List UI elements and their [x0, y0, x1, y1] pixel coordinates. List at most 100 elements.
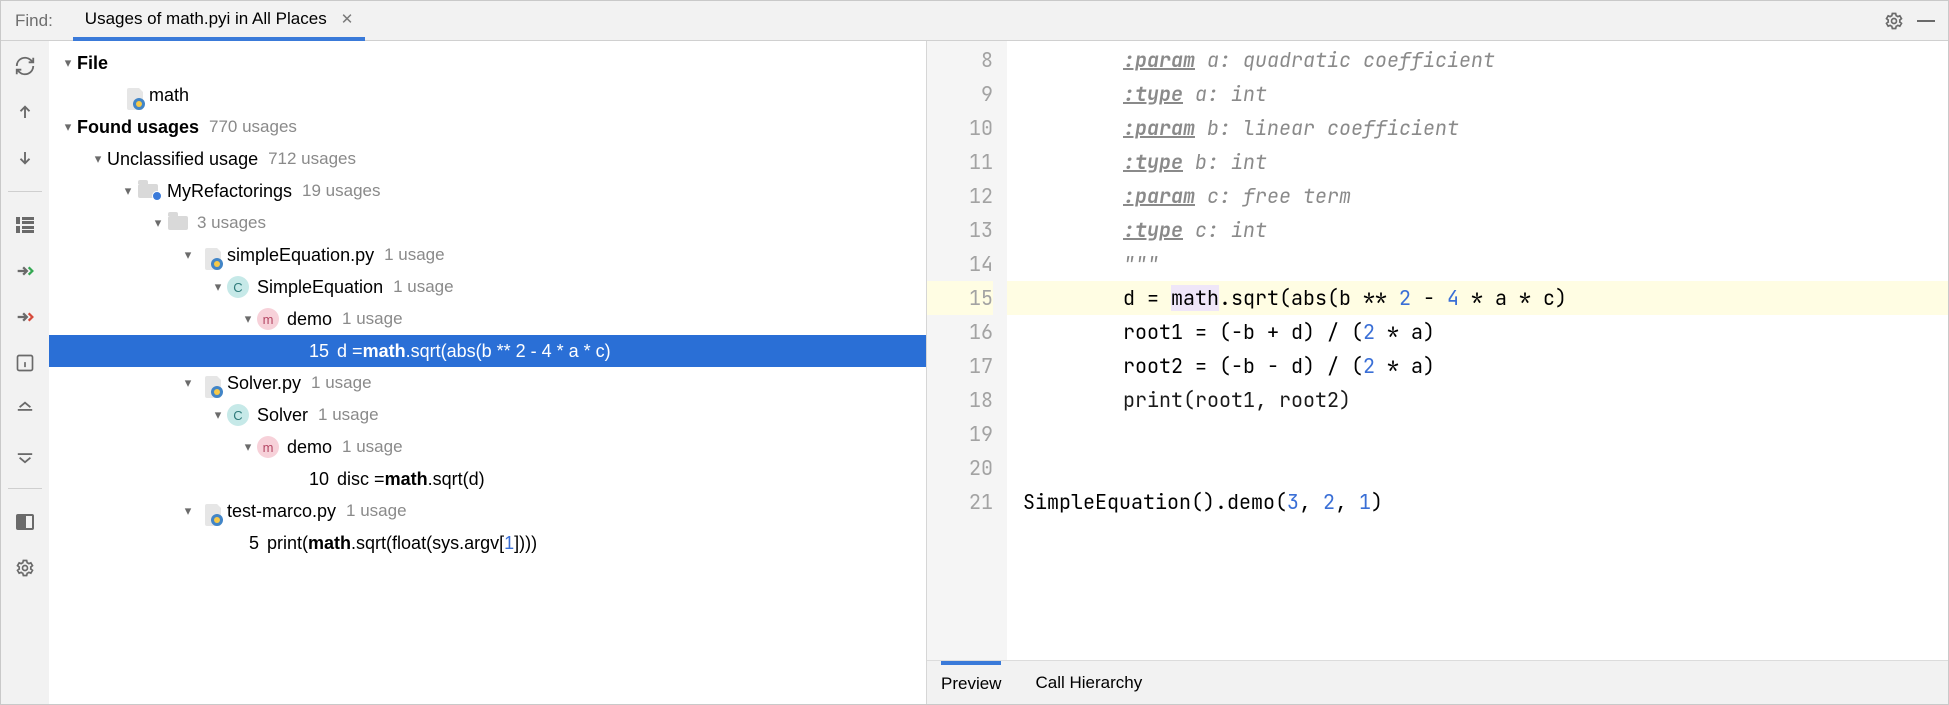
- info-icon[interactable]: [10, 348, 40, 378]
- gutter-line[interactable]: 19: [927, 417, 993, 451]
- gutter-line[interactable]: 9: [927, 77, 993, 111]
- class-icon: C: [227, 404, 249, 426]
- settings-icon[interactable]: [10, 553, 40, 583]
- expand-all-icon[interactable]: [10, 394, 40, 424]
- arrow-up-icon[interactable]: [10, 97, 40, 127]
- code-area[interactable]: :param a: quadratic coefficient :type a:…: [1007, 41, 1948, 660]
- chevron-down-icon[interactable]: ▾: [239, 439, 257, 455]
- code-line[interactable]: :type b: int: [1007, 145, 1948, 179]
- code-line[interactable]: :param b: linear coefficient: [1007, 111, 1948, 145]
- chevron-down-icon[interactable]: ▾: [59, 55, 77, 71]
- method-icon: m: [257, 308, 279, 330]
- gutter-line[interactable]: 8: [927, 43, 993, 77]
- code-line[interactable]: :type a: int: [1007, 77, 1948, 111]
- code-line[interactable]: root2 = (-b - d) / (2 * a): [1007, 349, 1948, 383]
- code-line[interactable]: print(root1, root2): [1007, 383, 1948, 417]
- code-line[interactable]: SimpleEquation().demo(3, 2, 1): [1007, 485, 1948, 519]
- usage-text-post: .sqrt(abs(b ** 2 - 4 * a * c): [406, 341, 611, 362]
- gutter-line[interactable]: 11: [927, 145, 993, 179]
- tab-preview[interactable]: Preview: [941, 661, 1001, 704]
- chevron-down-icon[interactable]: ▾: [179, 375, 197, 391]
- tree-node-unnamed-folder[interactable]: ▾ 3 usages: [49, 207, 926, 239]
- chevron-down-icon[interactable]: ▾: [59, 119, 77, 135]
- import-green-icon[interactable]: [10, 256, 40, 286]
- demo2-count: 1 usage: [342, 437, 403, 457]
- find-tab[interactable]: Usages of math.pyi in All Places ✕: [73, 2, 365, 41]
- tree-node-solver-file[interactable]: ▾ Solver.py 1 usage: [49, 367, 926, 399]
- import-red-icon[interactable]: [10, 302, 40, 332]
- collapse-all-icon[interactable]: [10, 440, 40, 470]
- tree-node-unclassified[interactable]: ▾ Unclassified usage 712 usages: [49, 143, 926, 175]
- code-line[interactable]: :param c: free term: [1007, 179, 1948, 213]
- gear-icon[interactable]: [1880, 7, 1908, 35]
- chevron-down-icon[interactable]: ▾: [179, 247, 197, 263]
- code-line[interactable]: """: [1007, 247, 1948, 281]
- tree-node-project[interactable]: ▾ MyRefactorings 19 usages: [49, 175, 926, 207]
- tree-node-solver-class[interactable]: ▾ C Solver 1 usage: [49, 399, 926, 431]
- code-line[interactable]: :param a: quadratic coefficient: [1007, 43, 1948, 77]
- chevron-down-icon[interactable]: ▾: [179, 503, 197, 519]
- chevron-down-icon[interactable]: ▾: [149, 215, 167, 231]
- tree-node-simple-class[interactable]: ▾ C SimpleEquation 1 usage: [49, 271, 926, 303]
- code-line[interactable]: [1007, 451, 1948, 485]
- usage-text-bold: math: [363, 341, 406, 362]
- preview-tabs: Preview Call Hierarchy: [927, 660, 1948, 704]
- code-line[interactable]: root1 = (-b + d) / (2 * a): [1007, 315, 1948, 349]
- find-toolwindow-header: Find: Usages of math.pyi in All Places ✕: [1, 1, 1948, 41]
- demo1-count: 1 usage: [342, 309, 403, 329]
- tree-node-file-group[interactable]: ▾ File: [49, 47, 926, 79]
- gutter-line[interactable]: 10: [927, 111, 993, 145]
- gutter-line[interactable]: 21: [927, 485, 993, 519]
- tree-node-testmarco-usage[interactable]: 5 print( math .sqrt(float(sys.argv[ 1 ])…: [49, 527, 926, 559]
- minimize-icon[interactable]: [1912, 7, 1940, 35]
- tree-node-demo1[interactable]: ▾ m demo 1 usage: [49, 303, 926, 335]
- solver-text-pre: disc =: [337, 469, 385, 490]
- gutter-line[interactable]: 17: [927, 349, 993, 383]
- found-count: 770 usages: [209, 117, 297, 137]
- chevron-down-icon[interactable]: ▾: [119, 183, 137, 199]
- python-file-icon: [197, 244, 219, 266]
- gutter-line[interactable]: 13: [927, 213, 993, 247]
- gutter[interactable]: 8 9 10 11 12 13 14 15 16 17 18 19 20 21: [927, 41, 1007, 660]
- chevron-down-icon[interactable]: ▾: [239, 311, 257, 327]
- gutter-line[interactable]: 18: [927, 383, 993, 417]
- find-left-toolbar: [1, 41, 49, 704]
- gutter-line[interactable]: 15: [927, 281, 993, 315]
- arrow-down-icon[interactable]: [10, 143, 40, 173]
- project-count: 19 usages: [302, 181, 380, 201]
- gutter-line[interactable]: 20: [927, 451, 993, 485]
- tree-node-testmarco-file[interactable]: ▾ test-marco.py 1 usage: [49, 495, 926, 527]
- unclassified-label: Unclassified usage: [107, 149, 258, 170]
- refresh-icon[interactable]: [10, 51, 40, 81]
- group-icon[interactable]: [10, 210, 40, 240]
- close-icon[interactable]: ✕: [341, 10, 354, 28]
- testmarco-line-num: 5: [249, 533, 259, 554]
- preview-toggle-icon[interactable]: [10, 507, 40, 537]
- tree-node-file[interactable]: math: [49, 79, 926, 111]
- gutter-line[interactable]: 16: [927, 315, 993, 349]
- tree-node-simple-file[interactable]: ▾ simpleEquation.py 1 usage: [49, 239, 926, 271]
- tab-call-hierarchy[interactable]: Call Hierarchy: [1035, 661, 1142, 704]
- method-icon: m: [257, 436, 279, 458]
- gutter-line[interactable]: 14: [927, 247, 993, 281]
- code-line[interactable]: :type c: int: [1007, 213, 1948, 247]
- tree-node-usage-selected[interactable]: 15 d = math .sqrt(abs(b ** 2 - 4 * a * c…: [49, 335, 926, 367]
- solver-line-num: 10: [309, 469, 329, 490]
- unclassified-count: 712 usages: [268, 149, 356, 169]
- gutter-line[interactable]: 12: [927, 179, 993, 213]
- tree-node-demo2[interactable]: ▾ m demo 1 usage: [49, 431, 926, 463]
- tree-node-found[interactable]: ▾ Found usages 770 usages: [49, 111, 926, 143]
- simple-file-count: 1 usage: [384, 245, 445, 265]
- tree-node-solver-usage[interactable]: 10 disc = math .sqrt(d): [49, 463, 926, 495]
- testmarco-text-bold: math: [308, 533, 351, 554]
- unnamed-count: 3 usages: [197, 213, 266, 233]
- chevron-down-icon[interactable]: ▾: [209, 407, 227, 423]
- code-editor[interactable]: 8 9 10 11 12 13 14 15 16 17 18 19 20 21 …: [927, 41, 1948, 660]
- usage-text-pre: d =: [337, 341, 363, 362]
- chevron-down-icon[interactable]: ▾: [209, 279, 227, 295]
- code-line-highlighted[interactable]: d = math.sqrt(abs(b ** 2 - 4 * a * c): [1007, 281, 1948, 315]
- code-line[interactable]: [1007, 417, 1948, 451]
- usages-tree[interactable]: ▾ File math ▾ Found usages 770 usages ▾ …: [49, 41, 927, 704]
- testmarco-text-pre: print(: [267, 533, 308, 554]
- chevron-down-icon[interactable]: ▾: [89, 151, 107, 167]
